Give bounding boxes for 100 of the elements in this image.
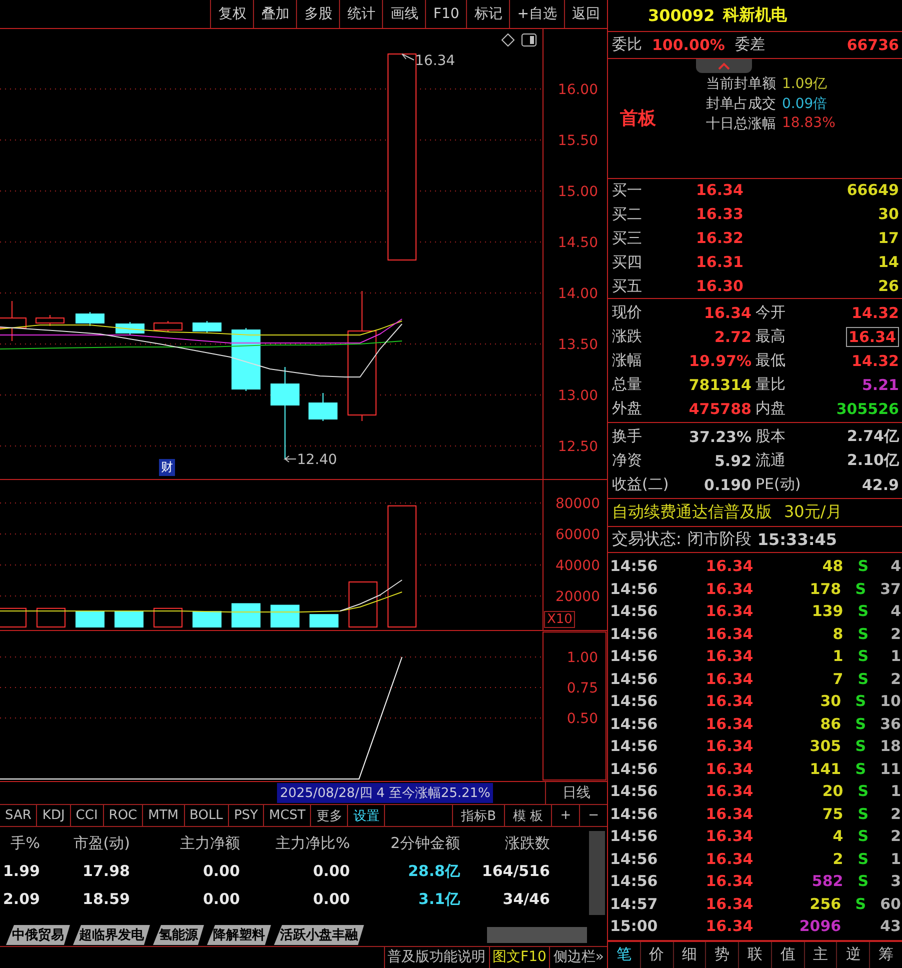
volume-bar	[232, 603, 260, 628]
column-header[interactable]: 主力净额	[130, 834, 240, 853]
sector-tab[interactable]: 超临界发电	[73, 925, 150, 945]
indicator-axis-label: 1.00	[566, 650, 598, 666]
tick-price: 16.34	[706, 580, 754, 598]
stat-label: 换手	[612, 427, 642, 446]
tick-time: 14:56	[610, 804, 658, 823]
tick-time: 15:00	[610, 917, 658, 936]
chevron-up-icon	[718, 62, 730, 70]
info-label: 封单占成交	[706, 95, 776, 114]
bid-price: 16.32	[696, 229, 744, 248]
stat-label: 流通	[756, 451, 786, 470]
volume-bar	[348, 581, 378, 628]
tick-time: 14:56	[610, 580, 658, 598]
promo-text[interactable]: 自动续费通达信普及版	[612, 502, 772, 523]
limit-up-tag: 首板	[620, 106, 656, 130]
bid-volume: 14	[878, 252, 899, 272]
tick-count: 4	[890, 557, 901, 576]
field-value: 66736	[846, 36, 899, 54]
tick-volume: 8	[832, 624, 844, 643]
tick-price: 16.34	[706, 647, 754, 666]
price-axis-label: 12.50	[558, 439, 598, 455]
bid-price: 16.30	[696, 276, 744, 296]
tick-count: 37	[880, 580, 901, 598]
candlestick	[232, 328, 260, 392]
table-cell-text: 1.99	[2, 862, 40, 880]
tick-time: 14:56	[610, 670, 658, 688]
leader-line	[402, 54, 414, 60]
table-cell-text: 0.00	[312, 862, 350, 880]
tick-volume: 48	[821, 557, 844, 576]
tick-side: S	[855, 692, 866, 710]
tick-count: 2	[890, 624, 901, 643]
field-label: 委差	[734, 35, 765, 54]
sector-tab[interactable]: 活跃小盘丰融	[274, 925, 364, 945]
diamond-icon[interactable]	[501, 33, 515, 47]
tick-price: 16.34	[706, 782, 754, 800]
event-marker[interactable]: 财	[159, 459, 175, 476]
volume-axis-label: 40000	[555, 558, 600, 574]
tick-price: 16.34	[706, 850, 754, 868]
tick-volume: 305	[808, 737, 842, 756]
tick-time: 14:56	[610, 850, 658, 868]
bid-label: 买一	[612, 181, 642, 200]
tick-time: 14:56	[610, 714, 658, 733]
tick-price: 16.34	[706, 894, 754, 913]
info-label: 当前封单额	[706, 75, 776, 94]
table-cell-text: 0.00	[202, 862, 240, 880]
tick-side: S	[858, 602, 869, 620]
collapse-button[interactable]	[696, 58, 752, 73]
scrollbar[interactable]	[589, 831, 605, 916]
sector-tab[interactable]: 中俄贸易	[6, 925, 70, 945]
stat-value: 0.190	[704, 476, 752, 494]
tick-volume: 582	[810, 872, 844, 890]
table-cell-text: 3.1亿	[417, 890, 460, 909]
tick-count: 2	[890, 804, 901, 823]
column-header[interactable]: 2分钟金额	[350, 834, 460, 853]
quote-label: 总量	[612, 375, 642, 394]
stat-label: 收益(二)	[612, 475, 669, 494]
tick-volume: 2	[832, 850, 844, 868]
panel-toggle-icon[interactable]	[522, 34, 536, 46]
column-header[interactable]: 主力净比%	[240, 834, 350, 853]
sector-tab[interactable]: 氢能源	[153, 925, 204, 945]
promo-price[interactable]: 30元/月	[784, 502, 842, 523]
column-header[interactable]: 涨跌数	[460, 834, 550, 853]
tick-volume: 2096	[798, 917, 842, 936]
quote-label: 最低	[756, 351, 786, 370]
tick-time: 14:56	[610, 692, 658, 710]
bid-price: 16.31	[696, 252, 744, 272]
tick-volume: 75	[821, 804, 844, 823]
price-axis-label: 13.50	[558, 337, 598, 353]
status-value: 闭市阶段	[687, 528, 752, 550]
table-cell-text: 17.98	[82, 862, 130, 880]
bid-volume: 17	[878, 229, 899, 248]
tick-side: S	[858, 670, 869, 688]
column-header[interactable]: 市盈(动)	[40, 834, 130, 853]
column-header[interactable]: 手%	[0, 834, 40, 853]
tick-time: 14:57	[610, 894, 658, 913]
bid-label: 买三	[612, 229, 642, 248]
quote-value: 475788	[688, 400, 752, 418]
info-label: 十日总涨幅	[706, 115, 776, 134]
scrollbar[interactable]	[487, 927, 587, 943]
tick-count: 1	[890, 647, 901, 666]
quote-value: 2.72	[714, 328, 752, 346]
tick-time: 14:56	[610, 737, 658, 756]
indicator-axis-label: 0.50	[566, 711, 598, 727]
bid-label: 买四	[612, 252, 642, 272]
volume-bar	[310, 614, 338, 628]
tick-price: 16.34	[706, 602, 754, 620]
tick-count: 1	[890, 850, 901, 868]
stat-value: 42.9	[862, 476, 899, 494]
sector-tab[interactable]: 降解塑料	[207, 925, 271, 945]
candlestick	[36, 314, 64, 326]
leader-line	[284, 456, 296, 462]
low-price-label: 12.40	[297, 452, 338, 468]
table-cell-text: 18.59	[82, 890, 130, 908]
volume-bar	[36, 608, 66, 628]
stock-code: 300092	[648, 6, 715, 26]
tick-volume: 30	[819, 692, 842, 710]
volume-bar	[270, 604, 300, 628]
table-cell-text: 164/516	[480, 862, 550, 880]
bid-label: 买五	[612, 276, 642, 296]
